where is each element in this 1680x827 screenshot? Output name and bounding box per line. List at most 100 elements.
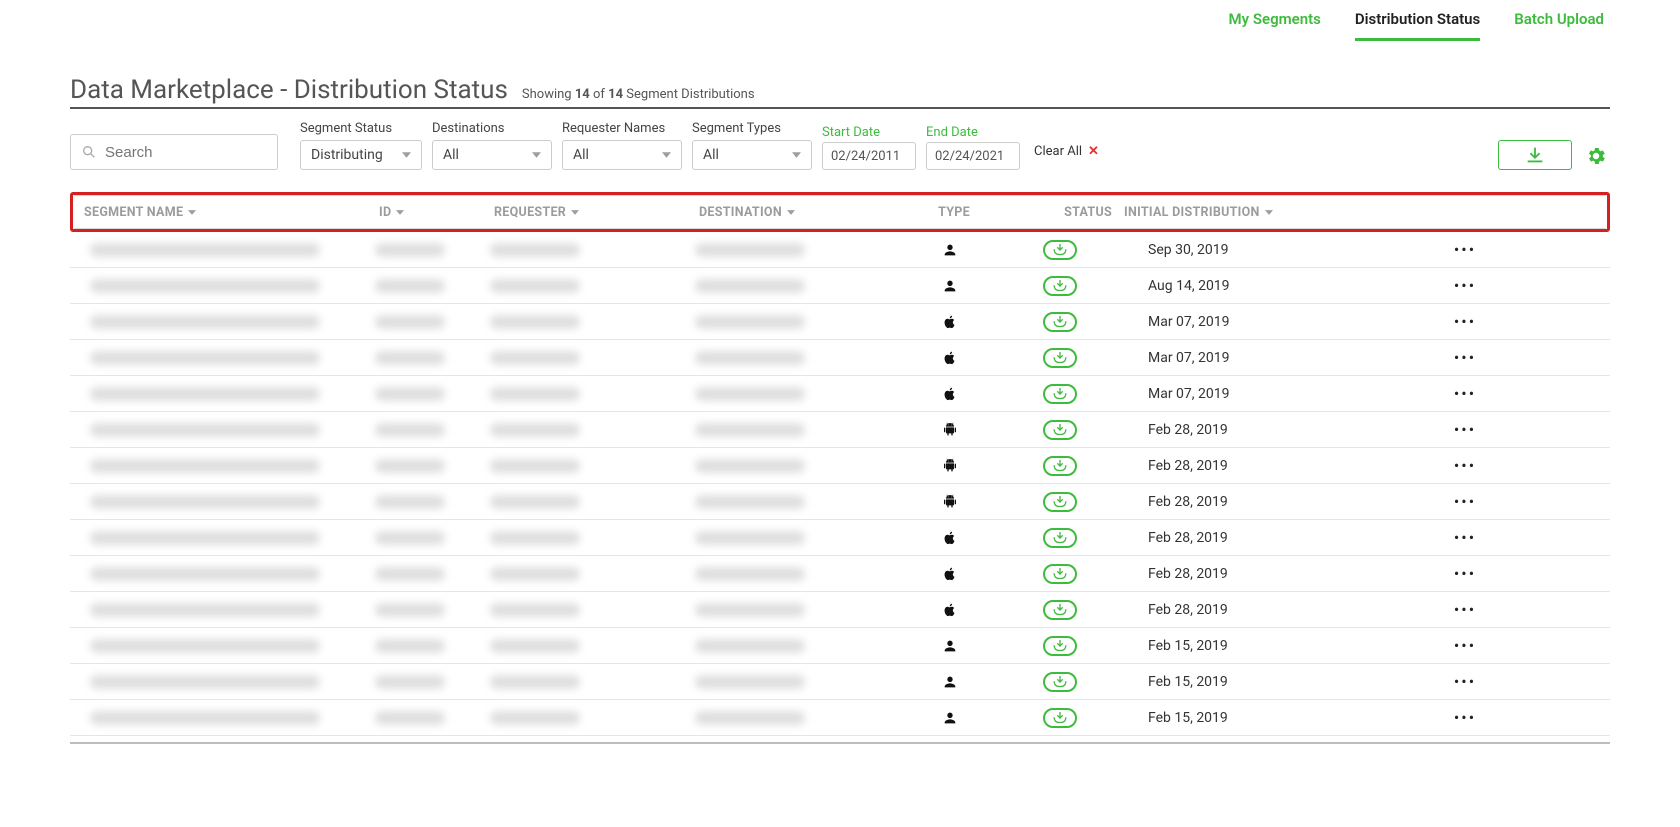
distribute-icon: [1051, 602, 1069, 618]
redacted-segment-name: [90, 315, 320, 329]
settings-button[interactable]: [1582, 142, 1610, 170]
redacted-segment-name: [90, 387, 320, 401]
segment-status-label: Segment Status: [300, 121, 422, 136]
tab-batch-upload[interactable]: Batch Upload: [1514, 10, 1604, 41]
row-more-button[interactable]: •••: [1454, 240, 1476, 259]
search-input[interactable]: [105, 144, 267, 161]
chevron-down-icon: [532, 152, 541, 158]
initial-distribution-date: Mar 07, 2019: [1120, 314, 1320, 330]
segment-types-select[interactable]: All: [692, 140, 812, 170]
row-more-button[interactable]: •••: [1454, 312, 1476, 331]
col-segment-name[interactable]: SEGMENT NAME: [74, 205, 379, 220]
apple-icon: [942, 386, 958, 402]
table-row[interactable]: Sep 30, 2019 •••: [70, 232, 1610, 268]
chevron-down-icon: [402, 152, 411, 158]
redacted-requester: [490, 711, 580, 725]
end-date-label: End Date: [926, 125, 1020, 140]
distribute-icon: [1051, 350, 1069, 366]
redacted-requester: [490, 639, 580, 653]
redacted-id: [375, 423, 445, 437]
row-more-button[interactable]: •••: [1454, 636, 1476, 655]
table-row[interactable]: Feb 28, 2019 •••: [70, 592, 1610, 628]
table-row[interactable]: Feb 28, 2019•••: [70, 520, 1610, 556]
table-row[interactable]: Feb 28, 2019•••: [70, 448, 1610, 484]
table-row[interactable]: Mar 07, 2019•••: [70, 340, 1610, 376]
col-id[interactable]: ID: [379, 205, 494, 220]
tab-distribution-status[interactable]: Distribution Status: [1355, 10, 1480, 41]
initial-distribution-date: Feb 28, 2019: [1120, 602, 1320, 618]
row-more-button[interactable]: •••: [1454, 348, 1476, 367]
user-icon: [942, 278, 958, 294]
clear-all-button[interactable]: Clear All✕: [1034, 144, 1099, 159]
android-icon: [942, 422, 958, 438]
table-row[interactable]: Feb 15, 2019•••: [70, 664, 1610, 700]
table-row[interactable]: Feb 28, 2019•••: [70, 556, 1610, 592]
redacted-requester: [490, 315, 580, 329]
initial-distribution-date: Sep 30, 2019: [1120, 242, 1320, 258]
table-row[interactable]: Feb 15, 2019•••: [70, 700, 1610, 736]
initial-distribution-date: Mar 07, 2019: [1120, 386, 1320, 402]
row-more-button[interactable]: •••: [1454, 384, 1476, 403]
table-row[interactable]: Feb 28, 2019•••: [70, 484, 1610, 520]
redacted-id: [375, 567, 445, 581]
distribute-icon: [1051, 566, 1069, 582]
status-distributing-badge: [1043, 420, 1077, 440]
table-row[interactable]: Mar 07, 2019 •••: [70, 304, 1610, 340]
col-destination[interactable]: DESTINATION: [699, 205, 904, 220]
col-type[interactable]: TYPE: [904, 205, 1004, 220]
search-icon: [81, 144, 97, 160]
row-more-button[interactable]: •••: [1454, 564, 1476, 583]
filter-bar: Segment Status Distributing Destinations…: [70, 121, 1610, 170]
redacted-destination: [695, 639, 805, 653]
segment-status-select[interactable]: Distributing: [300, 140, 422, 170]
tab-my-segments[interactable]: My Segments: [1229, 10, 1321, 41]
row-more-button[interactable]: •••: [1454, 276, 1476, 295]
redacted-segment-name: [90, 495, 320, 509]
status-distributing-badge: [1043, 528, 1077, 548]
row-more-button[interactable]: •••: [1454, 600, 1476, 619]
redacted-segment-name: [90, 351, 320, 365]
status-distributing-badge: [1043, 708, 1077, 728]
sort-caret-icon: [396, 210, 404, 215]
distribute-icon: [1051, 422, 1069, 438]
distribute-icon: [1051, 242, 1069, 258]
col-initial-distribution[interactable]: INITIAL DISTRIBUTION: [1124, 205, 1324, 220]
download-button[interactable]: [1498, 140, 1572, 170]
status-distributing-badge: [1043, 564, 1077, 584]
redacted-segment-name: [90, 711, 320, 725]
initial-distribution-date: Aug 14, 2019: [1120, 278, 1320, 294]
row-more-button[interactable]: •••: [1454, 420, 1476, 439]
col-status[interactable]: STATUS: [1004, 205, 1124, 220]
distribute-icon: [1051, 674, 1069, 690]
table-header-row: SEGMENT NAME ID REQUESTER DESTINATION TY…: [74, 195, 1606, 229]
row-more-button[interactable]: •••: [1454, 528, 1476, 547]
status-distributing-badge: [1043, 672, 1077, 692]
redacted-destination: [695, 387, 805, 401]
redacted-destination: [695, 531, 805, 545]
destinations-select[interactable]: All: [432, 140, 552, 170]
user-icon: [942, 674, 958, 690]
chevron-down-icon: [792, 152, 801, 158]
user-icon: [942, 710, 958, 726]
col-requester[interactable]: REQUESTER: [494, 205, 699, 220]
redacted-id: [375, 675, 445, 689]
end-date-input[interactable]: 02/24/2021: [926, 142, 1020, 170]
requesters-select[interactable]: All: [562, 140, 682, 170]
table-row[interactable]: Mar 07, 2019 •••: [70, 376, 1610, 412]
redacted-segment-name: [90, 603, 320, 617]
start-date-input[interactable]: 02/24/2011: [822, 142, 916, 170]
redacted-destination: [695, 423, 805, 437]
distribute-icon: [1051, 278, 1069, 294]
redacted-segment-name: [90, 567, 320, 581]
table-row[interactable]: Feb 15, 2019•••: [70, 628, 1610, 664]
row-more-button[interactable]: •••: [1454, 456, 1476, 475]
search-input-wrapper[interactable]: [70, 134, 278, 170]
table-row[interactable]: Aug 14, 2019 •••: [70, 268, 1610, 304]
table-row[interactable]: Feb 28, 2019•••: [70, 412, 1610, 448]
redacted-destination: [695, 603, 805, 617]
row-more-button[interactable]: •••: [1454, 708, 1476, 727]
redacted-requester: [490, 243, 580, 257]
page-title: Data Marketplace - Distribution Status: [70, 75, 508, 105]
row-more-button[interactable]: •••: [1454, 492, 1476, 511]
row-more-button[interactable]: •••: [1454, 672, 1476, 691]
